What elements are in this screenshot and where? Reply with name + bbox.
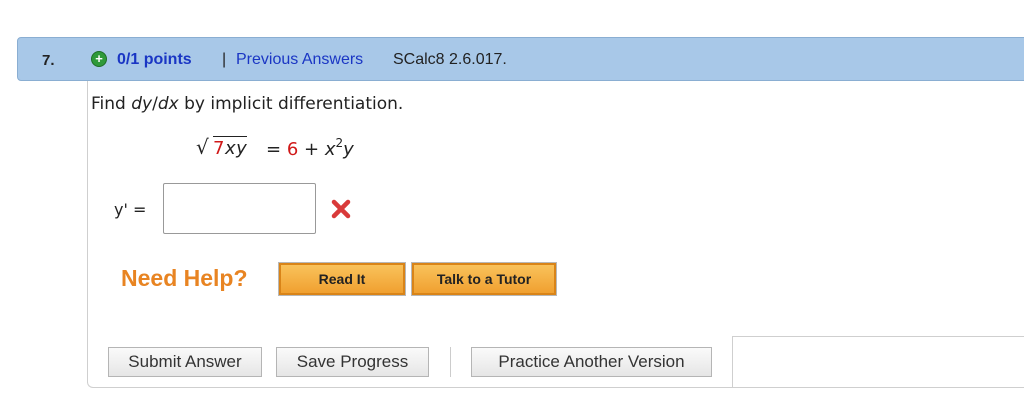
points-label: 0/1 points xyxy=(117,51,192,68)
answer-input[interactable] xyxy=(163,183,316,234)
practice-another-version-button[interactable]: Practice Another Version xyxy=(471,347,712,377)
read-it-button[interactable]: Read It xyxy=(278,262,406,296)
sqrt-sign: √ xyxy=(196,135,209,159)
dy-term: dy xyxy=(131,94,153,114)
question-number: 7. xyxy=(42,52,55,69)
equation-rhs: = 6 + x2y xyxy=(266,136,354,160)
panel-border xyxy=(732,336,733,388)
dx-term: dx xyxy=(157,94,179,114)
plus-icon[interactable]: + xyxy=(91,51,107,67)
question-code: SCalc8 2.6.017. xyxy=(393,51,507,68)
button-divider xyxy=(450,347,451,377)
submit-answer-button[interactable]: Submit Answer xyxy=(108,347,262,377)
radicand: 7xy xyxy=(213,136,248,159)
question-prompt: Find dy/dx by implicit differentiation. xyxy=(91,94,404,114)
panel-border-top xyxy=(732,336,1024,337)
incorrect-x-icon xyxy=(331,199,351,219)
question-body xyxy=(87,81,1024,388)
question-header: 7. + 0/1 points | Previous Answers SCalc… xyxy=(17,37,1024,81)
answer-label: y' = xyxy=(114,200,147,219)
header-separator: | xyxy=(222,51,227,68)
save-progress-button[interactable]: Save Progress xyxy=(276,347,429,377)
equation-constant: 6 xyxy=(286,139,299,160)
previous-answers-link[interactable]: Previous Answers xyxy=(236,51,363,69)
need-help-label: Need Help? xyxy=(121,265,248,291)
talk-to-tutor-button[interactable]: Talk to a Tutor xyxy=(411,262,557,296)
